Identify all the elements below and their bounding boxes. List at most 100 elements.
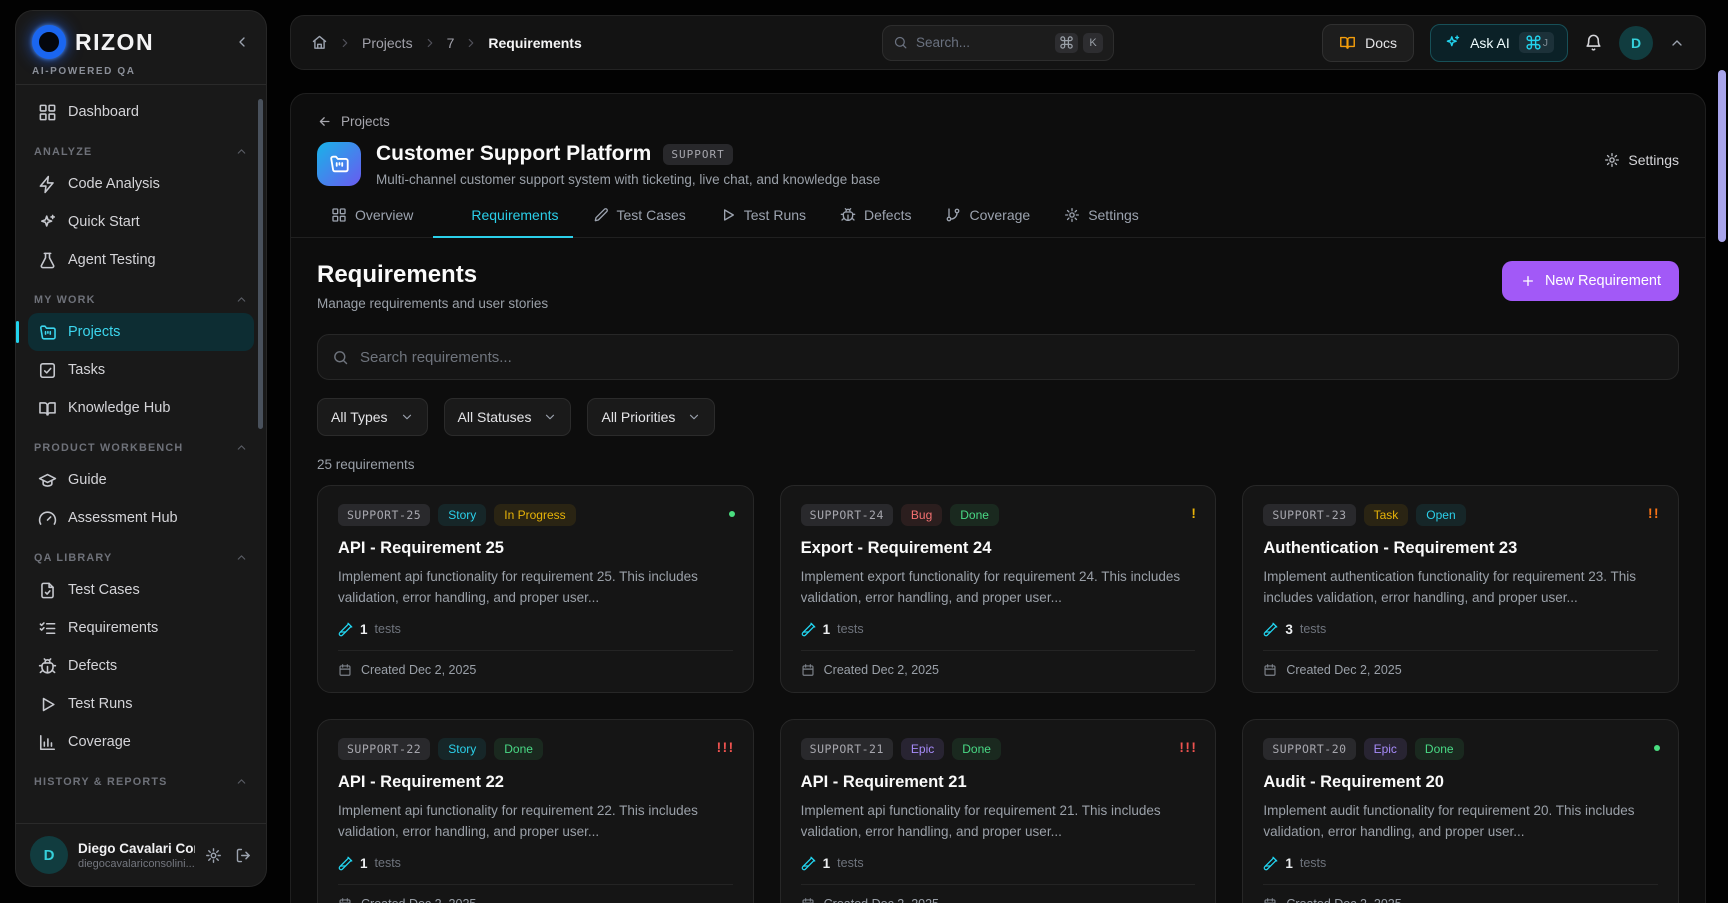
shortcut-key: K <box>1083 33 1103 53</box>
requirement-description: Implement api functionality for requirem… <box>338 801 733 843</box>
requirement-id-badge: SUPPORT-22 <box>338 738 430 760</box>
back-label: Projects <box>341 114 390 129</box>
breadcrumb-7[interactable]: 7 <box>447 35 455 51</box>
tab-label: Requirements <box>471 207 558 223</box>
priority-indicator: !! <box>1648 506 1660 521</box>
project-settings-button[interactable]: Settings <box>1604 142 1679 168</box>
tab-requirements[interactable]: Requirements <box>433 195 572 238</box>
requirement-card-support-22[interactable]: SUPPORT-22 Story Done !!! API - Requirem… <box>317 719 754 903</box>
chevron-up-icon[interactable] <box>1669 35 1685 51</box>
requirement-description: Implement audit functionality for requir… <box>1263 801 1658 843</box>
nav-section-history-reports[interactable]: HISTORY & REPORTS <box>28 763 254 795</box>
new-requirement-label: New Requirement <box>1545 273 1661 289</box>
sidebar-item-test-runs[interactable]: Test Runs <box>28 685 254 723</box>
page-title: Requirements <box>317 261 548 289</box>
filter-all-statuses[interactable]: All Statuses <box>444 398 572 436</box>
tests-label: tests <box>837 856 863 870</box>
requirement-id-badge: SUPPORT-23 <box>1263 504 1355 526</box>
logout-icon[interactable] <box>235 847 252 864</box>
requirements-search-bar <box>317 334 1679 380</box>
breadcrumb-projects[interactable]: Projects <box>362 35 413 51</box>
sidebar-item-assessment-hub[interactable]: Assessment Hub <box>28 499 254 537</box>
sidebar-item-projects[interactable]: Projects <box>28 313 254 351</box>
calendar-icon <box>801 897 815 903</box>
sidebar-item-guide[interactable]: Guide <box>28 461 254 499</box>
sidebar-item-tasks[interactable]: Tasks <box>28 351 254 389</box>
page-scrollbar[interactable] <box>1718 70 1726 242</box>
pencil-icon <box>593 207 609 223</box>
new-requirement-button[interactable]: New Requirement <box>1502 261 1679 301</box>
home-icon[interactable] <box>311 34 328 51</box>
test-tube-icon <box>801 622 816 637</box>
user-settings-icon[interactable] <box>205 847 222 864</box>
nav-section-label: PRODUCT WORKBENCH <box>34 442 183 454</box>
requirement-card-support-21[interactable]: SUPPORT-21 Epic Done !!! API - Requireme… <box>780 719 1217 903</box>
sidebar-item-agent-testing[interactable]: Agent Testing <box>28 241 254 279</box>
ask-ai-label: Ask AI <box>1470 35 1510 51</box>
back-to-projects-link[interactable]: Projects <box>291 94 416 129</box>
app-tagline: AI-POWERED QA <box>30 59 252 84</box>
ask-ai-button[interactable]: Ask AI J <box>1430 24 1568 62</box>
breadcrumb-requirements[interactable]: Requirements <box>488 35 581 51</box>
tab-label: Defects <box>864 207 911 223</box>
requirements-count: 25 requirements <box>317 457 1679 472</box>
play-icon <box>720 207 736 223</box>
tab-test-runs[interactable]: Test Runs <box>706 195 820 238</box>
docs-button[interactable]: Docs <box>1322 24 1414 62</box>
list-checks-icon <box>38 619 57 638</box>
sidebar-scrollbar[interactable] <box>258 99 263 429</box>
tab-test-cases[interactable]: Test Cases <box>579 195 700 238</box>
tests-label: tests <box>375 856 401 870</box>
nav-section-label: ANALYZE <box>34 146 92 158</box>
calendar-icon <box>338 897 352 903</box>
requirement-card-support-20[interactable]: SUPPORT-20 Epic Done Audit - Requirement… <box>1242 719 1679 903</box>
sidebar-item-label: Defects <box>68 658 117 674</box>
notifications-bell-icon[interactable] <box>1584 33 1603 52</box>
sidebar-item-label: Coverage <box>68 734 131 750</box>
sidebar-item-label: Agent Testing <box>68 252 156 268</box>
requirements-grid: SUPPORT-25 Story In Progress API - Requi… <box>317 485 1679 903</box>
sidebar-item-requirements[interactable]: Requirements <box>28 609 254 647</box>
status-badge: Done <box>952 738 1001 760</box>
status-badge: In Progress <box>494 504 575 526</box>
nav-section-my-work[interactable]: MY WORK <box>28 281 254 313</box>
sidebar-item-defects[interactable]: Defects <box>28 647 254 685</box>
filter-all-priorities[interactable]: All Priorities <box>587 398 715 436</box>
nav-section-analyze[interactable]: ANALYZE <box>28 133 254 165</box>
global-search-input[interactable]: Search... K <box>882 25 1114 61</box>
filter-value: All Types <box>331 409 388 425</box>
app-title: RIZON <box>75 29 154 56</box>
topbar-avatar[interactable]: D <box>1619 26 1653 60</box>
sidebar-item-test-cases[interactable]: Test Cases <box>28 571 254 609</box>
tab-coverage[interactable]: Coverage <box>931 195 1044 238</box>
sidebar-item-code-analysis[interactable]: Code Analysis <box>28 165 254 203</box>
sidebar-item-label: Test Runs <box>68 696 132 712</box>
sidebar-item-knowledge-hub[interactable]: Knowledge Hub <box>28 389 254 427</box>
sidebar-item-dashboard[interactable]: Dashboard <box>28 93 254 131</box>
requirement-card-support-25[interactable]: SUPPORT-25 Story In Progress API - Requi… <box>317 485 754 693</box>
tab-label: Test Runs <box>744 207 806 223</box>
tab-label: Settings <box>1088 207 1139 223</box>
main-area: Projects 7 Requirements Search... K Docs A… <box>290 0 1710 903</box>
tab-overview[interactable]: Overview <box>317 195 427 238</box>
requirement-id-badge: SUPPORT-20 <box>1263 738 1355 760</box>
requirements-search-input[interactable] <box>360 349 1664 366</box>
nav-section-product-workbench[interactable]: PRODUCT WORKBENCH <box>28 429 254 461</box>
calendar-icon <box>1263 663 1277 677</box>
type-badge: Story <box>438 738 486 760</box>
tab-settings[interactable]: Settings <box>1050 195 1153 238</box>
git-branch-icon <box>945 207 961 223</box>
sidebar-item-quick-start[interactable]: Quick Start <box>28 203 254 241</box>
type-badge: Bug <box>901 504 942 526</box>
filter-all-types[interactable]: All Types <box>317 398 428 436</box>
sidebar-item-coverage[interactable]: Coverage <box>28 723 254 761</box>
requirement-card-support-23[interactable]: SUPPORT-23 Task Open !! Authentication -… <box>1242 485 1679 693</box>
type-badge: Epic <box>901 738 944 760</box>
sidebar-collapse-button[interactable] <box>234 34 250 50</box>
topbar: Projects 7 Requirements Search... K Docs A… <box>290 15 1706 70</box>
requirement-card-support-24[interactable]: SUPPORT-24 Bug Done ! Export - Requireme… <box>780 485 1217 693</box>
tab-defects[interactable]: Defects <box>826 195 925 238</box>
gear-icon <box>1064 207 1080 223</box>
nav-section-qa-library[interactable]: QA LIBRARY <box>28 539 254 571</box>
sidebar-item-label: Dashboard <box>68 104 139 120</box>
